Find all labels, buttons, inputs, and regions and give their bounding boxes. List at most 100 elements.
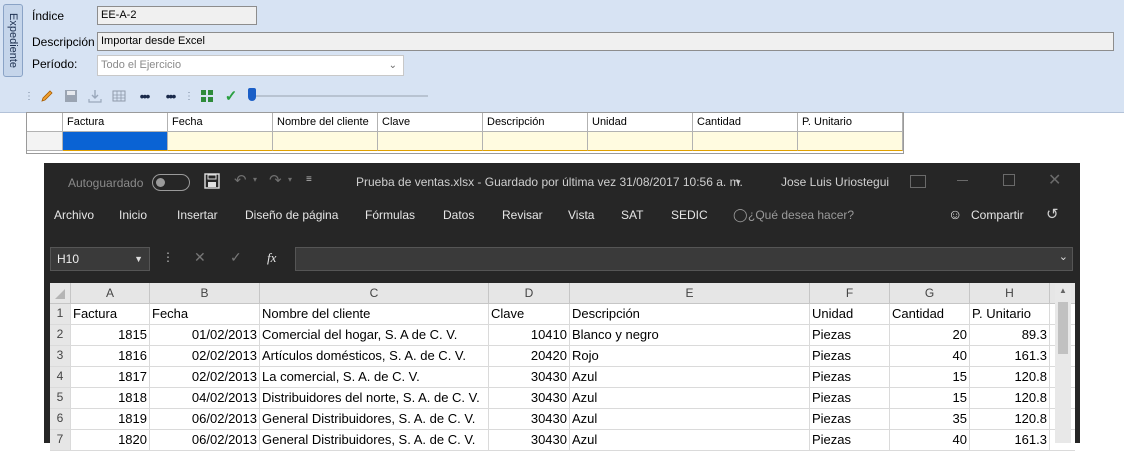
- sheet-cell[interactable]: Comercial del hogar, S. A de C. V.: [260, 325, 489, 345]
- formula-input[interactable]: ⌄: [295, 247, 1073, 271]
- column-header[interactable]: F: [810, 283, 890, 303]
- save-icon[interactable]: [62, 87, 80, 105]
- more-icon[interactable]: ⋮: [162, 250, 174, 264]
- sheet-cell[interactable]: 120.8: [970, 409, 1050, 429]
- grid-cell[interactable]: [798, 132, 903, 151]
- sheet-cell[interactable]: 40: [890, 346, 970, 366]
- slider-thumb[interactable]: [248, 88, 256, 101]
- row-number[interactable]: 2: [50, 325, 71, 345]
- menu-diseno-pagina[interactable]: Diseño de página: [245, 208, 338, 222]
- grid-cell[interactable]: [273, 132, 378, 151]
- menu-archivo[interactable]: Archivo: [54, 208, 94, 222]
- grid-header[interactable]: Descripción: [483, 113, 588, 132]
- menu-vista[interactable]: Vista: [568, 208, 594, 222]
- sheet-cell[interactable]: 1820: [71, 430, 150, 450]
- undo-icon[interactable]: ↶: [234, 171, 247, 189]
- sheet-cell[interactable]: P. Unitario: [970, 304, 1050, 324]
- grid-cell[interactable]: [378, 132, 483, 151]
- sheet-cell[interactable]: 01/02/2013: [150, 325, 260, 345]
- sheet-cell[interactable]: 1819: [71, 409, 150, 429]
- sheet-cell[interactable]: La comercial, S. A. de C. V.: [260, 367, 489, 387]
- column-header[interactable]: E: [570, 283, 810, 303]
- chevron-down-icon[interactable]: ⌄: [1059, 250, 1068, 263]
- sheet-cell[interactable]: 40: [890, 430, 970, 450]
- sheet-cell[interactable]: Piezas: [810, 346, 890, 366]
- grid-icon[interactable]: [198, 87, 216, 105]
- grid-row-indicator[interactable]: [27, 132, 63, 151]
- column-header[interactable]: D: [489, 283, 570, 303]
- column-header[interactable]: B: [150, 283, 260, 303]
- sheet-cell[interactable]: Nombre del cliente: [260, 304, 489, 324]
- sheet-cell[interactable]: 35: [890, 409, 970, 429]
- maximize-icon[interactable]: [1003, 174, 1015, 186]
- sheet-cell[interactable]: Cantidad: [890, 304, 970, 324]
- sheet-cell[interactable]: 06/02/2013: [150, 430, 260, 450]
- sheet-cell[interactable]: 15: [890, 367, 970, 387]
- column-header[interactable]: A: [71, 283, 150, 303]
- table-icon[interactable]: [110, 87, 128, 105]
- menu-insertar[interactable]: Insertar: [177, 208, 218, 222]
- chevron-down-icon[interactable]: ▼: [134, 248, 143, 270]
- grid-cell[interactable]: [483, 132, 588, 151]
- cancel-icon[interactable]: ✕: [194, 249, 206, 266]
- sheet-cell[interactable]: Distribuidores del norte, S. A. de C. V.: [260, 388, 489, 408]
- enter-icon[interactable]: ✓: [230, 249, 242, 266]
- row-number[interactable]: 7: [50, 430, 71, 450]
- sheet-cell[interactable]: Clave: [489, 304, 570, 324]
- sheet-cell[interactable]: 1817: [71, 367, 150, 387]
- row-number[interactable]: 6: [50, 409, 71, 429]
- close-icon[interactable]: ✕: [1048, 170, 1061, 190]
- sheet-cell[interactable]: 1818: [71, 388, 150, 408]
- sheet-cell[interactable]: 120.8: [970, 388, 1050, 408]
- vertical-scrollbar[interactable]: ▲: [1055, 284, 1071, 443]
- sheet-cell[interactable]: 161.3: [970, 346, 1050, 366]
- tab-expediente[interactable]: Expediente: [3, 4, 23, 77]
- download-icon[interactable]: [86, 87, 104, 105]
- menu-formulas[interactable]: Fórmulas: [365, 208, 415, 222]
- sheet-cell[interactable]: 10410: [489, 325, 570, 345]
- sheet-cell[interactable]: 30430: [489, 367, 570, 387]
- history-icon[interactable]: ↺: [1046, 205, 1059, 223]
- menu-datos[interactable]: Datos: [443, 208, 474, 222]
- sheet-cell[interactable]: 04/02/2013: [150, 388, 260, 408]
- sheet-cell[interactable]: Artículos domésticos, S. A. de C. V.: [260, 346, 489, 366]
- sheet-cell[interactable]: 02/02/2013: [150, 367, 260, 387]
- sheet-cell[interactable]: Descripción: [570, 304, 810, 324]
- sheet-cell[interactable]: Fecha: [150, 304, 260, 324]
- column-header[interactable]: C: [260, 283, 489, 303]
- name-box[interactable]: H10 ▼: [50, 247, 150, 271]
- menu-inicio[interactable]: Inicio: [119, 208, 147, 222]
- autosave-toggle[interactable]: [152, 174, 190, 191]
- ribbon-display-icon[interactable]: [910, 175, 926, 188]
- sheet-cell[interactable]: 06/02/2013: [150, 409, 260, 429]
- sheet-cell[interactable]: Unidad: [810, 304, 890, 324]
- sheet-cell[interactable]: 30430: [489, 430, 570, 450]
- indice-field[interactable]: EE-A-2: [97, 6, 257, 25]
- sheet-cell[interactable]: 1815: [71, 325, 150, 345]
- chevron-down-icon[interactable]: ▾: [288, 175, 292, 184]
- redo-icon[interactable]: ↷: [269, 171, 282, 189]
- sheet-cell[interactable]: Azul: [570, 367, 810, 387]
- minimize-icon[interactable]: [957, 180, 968, 181]
- grid-cell[interactable]: [168, 132, 273, 151]
- grid-header[interactable]: P. Unitario: [798, 113, 903, 132]
- grid-header[interactable]: Cantidad: [693, 113, 798, 132]
- sheet-cell[interactable]: Piezas: [810, 325, 890, 345]
- tell-me-search[interactable]: ¿Qué desea hacer?: [748, 208, 854, 222]
- sheet-cell[interactable]: 161.3: [970, 430, 1050, 450]
- insert-function-button[interactable]: fx: [267, 250, 276, 266]
- sheet-cell[interactable]: 15: [890, 388, 970, 408]
- save-icon[interactable]: [204, 173, 220, 192]
- pencil-icon[interactable]: [38, 87, 56, 105]
- scrollbar-thumb[interactable]: [1058, 302, 1068, 354]
- sheet-cell[interactable]: Factura: [71, 304, 150, 324]
- zoom-slider[interactable]: [248, 88, 428, 101]
- row-number[interactable]: 5: [50, 388, 71, 408]
- sheet-cell[interactable]: Piezas: [810, 409, 890, 429]
- row-number[interactable]: 3: [50, 346, 71, 366]
- grid-header[interactable]: Nombre del cliente: [273, 113, 378, 132]
- sheet-cell[interactable]: 1816: [71, 346, 150, 366]
- sheet-cell[interactable]: Blanco y negro: [570, 325, 810, 345]
- sheet-cell[interactable]: 02/02/2013: [150, 346, 260, 366]
- sheet-cell[interactable]: Rojo: [570, 346, 810, 366]
